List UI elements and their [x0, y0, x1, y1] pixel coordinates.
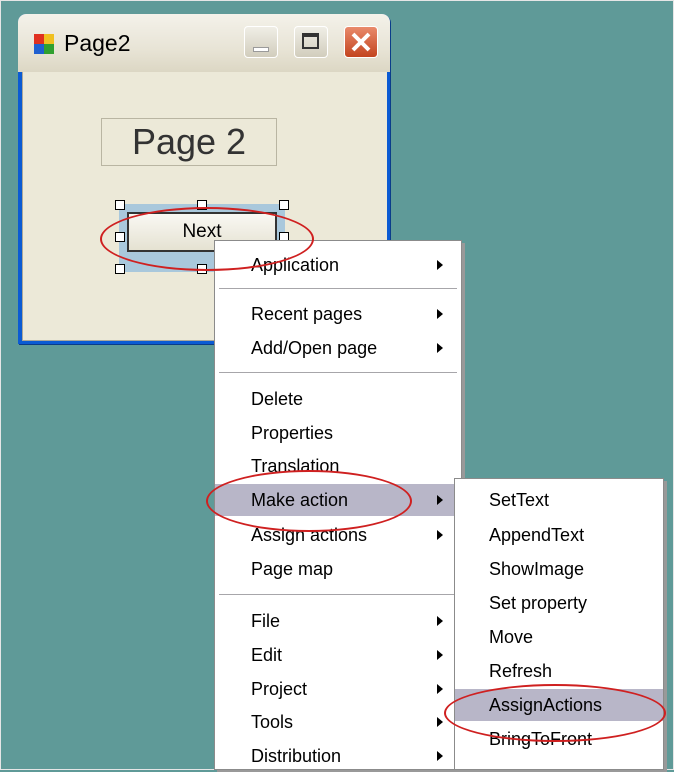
- menu-item-add-open-page[interactable]: Add/Open page: [215, 332, 461, 364]
- menu-item-delete[interactable]: Delete: [215, 383, 461, 415]
- close-button[interactable]: [344, 26, 378, 58]
- maximize-button[interactable]: [294, 26, 328, 58]
- submenu-arrow-icon: [437, 495, 443, 505]
- menu-item-project[interactable]: Project: [215, 673, 461, 705]
- minimize-icon: [253, 47, 269, 52]
- submenu-item-move[interactable]: Move: [455, 621, 663, 653]
- submenu-arrow-icon: [437, 530, 443, 540]
- menu-separator: [219, 372, 457, 373]
- annotation-oval-next: [100, 207, 314, 271]
- menu-item-tools[interactable]: Tools: [215, 706, 461, 738]
- menu-separator: [219, 288, 457, 289]
- submenu-item-set-property[interactable]: Set property: [455, 587, 663, 619]
- page-title-label: Page 2: [101, 118, 277, 166]
- annotation-oval-assignactions: [444, 684, 666, 742]
- app-icon: [34, 34, 56, 54]
- menu-item-properties[interactable]: Properties: [215, 417, 461, 449]
- submenu-arrow-icon: [437, 684, 443, 694]
- menu-item-page-map[interactable]: Page map: [215, 553, 461, 585]
- minimize-button[interactable]: [244, 26, 278, 58]
- submenu-arrow-icon: [437, 650, 443, 660]
- submenu-arrow-icon: [437, 717, 443, 727]
- menu-item-distribution[interactable]: Distribution: [215, 740, 461, 772]
- menu-item-recent-pages[interactable]: Recent pages: [215, 298, 461, 330]
- submenu-arrow-icon: [437, 616, 443, 626]
- menu-item-file[interactable]: File: [215, 605, 461, 637]
- close-icon: [351, 32, 371, 52]
- menu-item-edit[interactable]: Edit: [215, 639, 461, 671]
- submenu-arrow-icon: [437, 751, 443, 761]
- submenu-arrow-icon: [437, 343, 443, 353]
- submenu-arrow-icon: [437, 309, 443, 319]
- submenu-arrow-icon: [437, 260, 443, 270]
- title-bar[interactable]: Page2: [18, 14, 390, 72]
- submenu-item-showimage[interactable]: ShowImage: [455, 553, 663, 585]
- annotation-oval-make-action: [206, 470, 412, 532]
- resize-handle-nw[interactable]: [115, 200, 125, 210]
- resize-handle-sw[interactable]: [115, 264, 125, 274]
- maximize-icon: [302, 33, 319, 49]
- submenu-item-refresh[interactable]: Refresh: [455, 655, 663, 687]
- window-title: Page2: [64, 30, 131, 56]
- menu-separator: [219, 594, 457, 595]
- resize-handle-ne[interactable]: [279, 200, 289, 210]
- submenu-item-settext[interactable]: SetText: [455, 484, 663, 516]
- submenu-item-appendtext[interactable]: AppendText: [455, 519, 663, 551]
